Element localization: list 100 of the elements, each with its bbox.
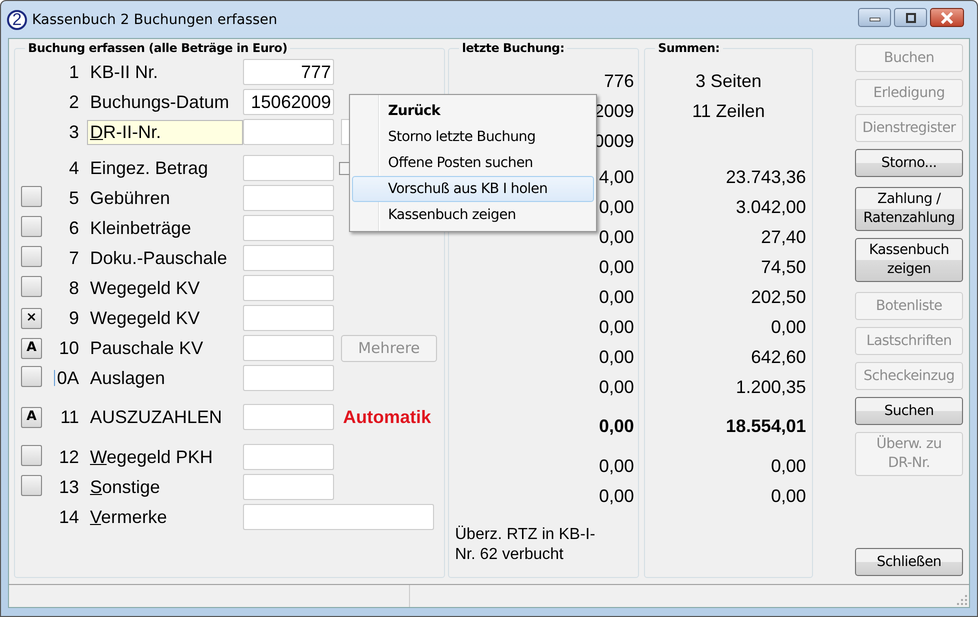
input-field[interactable] bbox=[243, 119, 334, 145]
input-field[interactable] bbox=[243, 155, 334, 181]
row-number: 10 bbox=[58, 338, 79, 358]
toggle-button[interactable]: A bbox=[21, 338, 42, 358]
resize-grip-icon bbox=[957, 595, 967, 605]
row-number: 8 bbox=[68, 278, 79, 298]
app-logo: 2 bbox=[7, 10, 27, 30]
row-number: 4 bbox=[68, 158, 79, 178]
toggle-button[interactable] bbox=[21, 474, 42, 496]
input-field[interactable] bbox=[243, 365, 334, 391]
amount-value: 0,00 bbox=[598, 376, 634, 398]
amount-value: 4,00 bbox=[598, 166, 634, 188]
minimize-button[interactable] bbox=[858, 8, 891, 27]
toggle-button[interactable] bbox=[21, 444, 42, 466]
field-label: AUSZUZAHLEN bbox=[89, 406, 224, 428]
field-label: Kleinbeträge bbox=[89, 216, 192, 240]
sum-value: 0,00 bbox=[770, 316, 806, 338]
amount-value: 0,00 bbox=[598, 486, 634, 506]
toggle-button[interactable] bbox=[21, 246, 42, 266]
menu-item[interactable]: Vorschuß aus KB I holen bbox=[352, 176, 594, 202]
row-number: 14 bbox=[58, 506, 79, 528]
field-label: Wegegeld PKH bbox=[89, 446, 214, 469]
action-button[interactable]: Kassenbuch zeigen bbox=[855, 238, 963, 282]
input-field[interactable] bbox=[243, 305, 334, 331]
field-label: Sonstige bbox=[89, 476, 162, 499]
toggle-button[interactable] bbox=[21, 366, 42, 386]
amount-value: 0,00 bbox=[598, 456, 634, 476]
amount-value: 0,00 bbox=[598, 196, 634, 218]
amount-value: 2009 bbox=[594, 100, 634, 122]
sum-value: 0,00 bbox=[770, 456, 806, 476]
toggle-button[interactable] bbox=[21, 186, 42, 206]
line-count: 11 Zeilen bbox=[692, 100, 765, 122]
menu-item[interactable]: Zurück bbox=[352, 98, 594, 124]
sum-value: 27,40 bbox=[760, 226, 806, 248]
row-number: 2 bbox=[68, 92, 79, 112]
field-label: DR-II-Nr. bbox=[87, 120, 243, 144]
status-label: Automatik bbox=[343, 406, 432, 428]
field-label: Eingez. Betrag bbox=[89, 156, 210, 180]
row-number: 5 bbox=[68, 188, 79, 208]
sum-value: 0,00 bbox=[770, 486, 806, 506]
amount-value: 776 bbox=[604, 70, 634, 92]
field-label: KB-II Nr. bbox=[89, 60, 160, 84]
field-label: Vermerke bbox=[89, 506, 168, 528]
field-label: Auslagen bbox=[89, 366, 166, 390]
sum-value: 74,50 bbox=[760, 256, 806, 278]
booking-note: Überz. RTZ in KB-I-Nr. 62 verbucht bbox=[455, 525, 596, 565]
sum-value: 1.200,35 bbox=[736, 376, 806, 398]
sum-value: 18.554,01 bbox=[726, 416, 806, 436]
input-field[interactable] bbox=[243, 335, 334, 361]
menu-item[interactable]: Offene Posten suchen bbox=[352, 150, 594, 176]
amount-value: 0,00 bbox=[598, 316, 634, 338]
field-label: Buchungs-Datum bbox=[89, 90, 230, 114]
input-field[interactable]: 15062009 bbox=[243, 89, 334, 115]
amount-value: 0,00 bbox=[598, 256, 634, 278]
sum-value: 23.743,36 bbox=[726, 166, 806, 188]
menu-item[interactable]: Kassenbuch zeigen bbox=[352, 202, 594, 228]
panel-title: Buchung erfassen (alle Beträge in Euro) bbox=[27, 41, 288, 55]
input-field[interactable] bbox=[243, 474, 334, 500]
input-field[interactable] bbox=[243, 404, 334, 430]
action-button[interactable]: Storno... bbox=[855, 149, 963, 177]
maximize-button[interactable] bbox=[894, 8, 927, 27]
panel-title: letzte Buchung: bbox=[461, 41, 566, 55]
maximize-icon bbox=[904, 12, 916, 22]
sum-value: 642,60 bbox=[750, 346, 806, 368]
input-field[interactable] bbox=[243, 504, 434, 530]
field-label: Wegegeld KV bbox=[89, 306, 201, 330]
action-button[interactable]: Suchen bbox=[855, 397, 963, 425]
row-number: 0A bbox=[56, 368, 79, 388]
sum-value: 202,50 bbox=[750, 286, 806, 308]
amount-value: 0,00 bbox=[598, 226, 634, 248]
toggle-button[interactable]: A bbox=[21, 406, 42, 428]
action-button[interactable]: Schließen bbox=[855, 548, 963, 576]
toggle-button[interactable]: × bbox=[21, 308, 42, 328]
input-field[interactable] bbox=[243, 245, 334, 271]
input-field[interactable]: 777 bbox=[243, 59, 334, 85]
row-number: 6 bbox=[68, 218, 79, 238]
window-title: Kassenbuch 2 Buchungen erfassen bbox=[32, 12, 278, 28]
toggle-button[interactable] bbox=[21, 276, 42, 296]
input-field[interactable] bbox=[243, 275, 334, 301]
panel-title: Summen: bbox=[657, 41, 721, 55]
row-number: 13 bbox=[58, 476, 79, 498]
row-number: 9 bbox=[68, 308, 79, 328]
amount-value: 0,00 bbox=[598, 346, 634, 368]
field-label: Gebühren bbox=[89, 186, 172, 210]
close-icon bbox=[940, 12, 954, 24]
close-button[interactable] bbox=[930, 8, 964, 27]
amount-value: 0,00 bbox=[598, 416, 634, 436]
toggle-button[interactable] bbox=[21, 216, 42, 236]
row-number: 7 bbox=[68, 248, 79, 268]
row-number: 3 bbox=[68, 122, 79, 142]
sum-value: 3.042,00 bbox=[736, 196, 806, 218]
input-field[interactable] bbox=[243, 215, 334, 241]
page-count: 3 Seiten bbox=[695, 70, 762, 92]
row-number: 1 bbox=[68, 62, 79, 82]
input-field[interactable] bbox=[243, 185, 334, 211]
input-field[interactable] bbox=[243, 444, 334, 470]
field-label: Doku.-Pauschale bbox=[89, 246, 228, 270]
row-number: 12 bbox=[58, 446, 79, 468]
menu-item[interactable]: Storno letzte Buchung bbox=[352, 124, 594, 150]
action-button[interactable]: Zahlung / Ratenzahlung bbox=[855, 187, 963, 231]
